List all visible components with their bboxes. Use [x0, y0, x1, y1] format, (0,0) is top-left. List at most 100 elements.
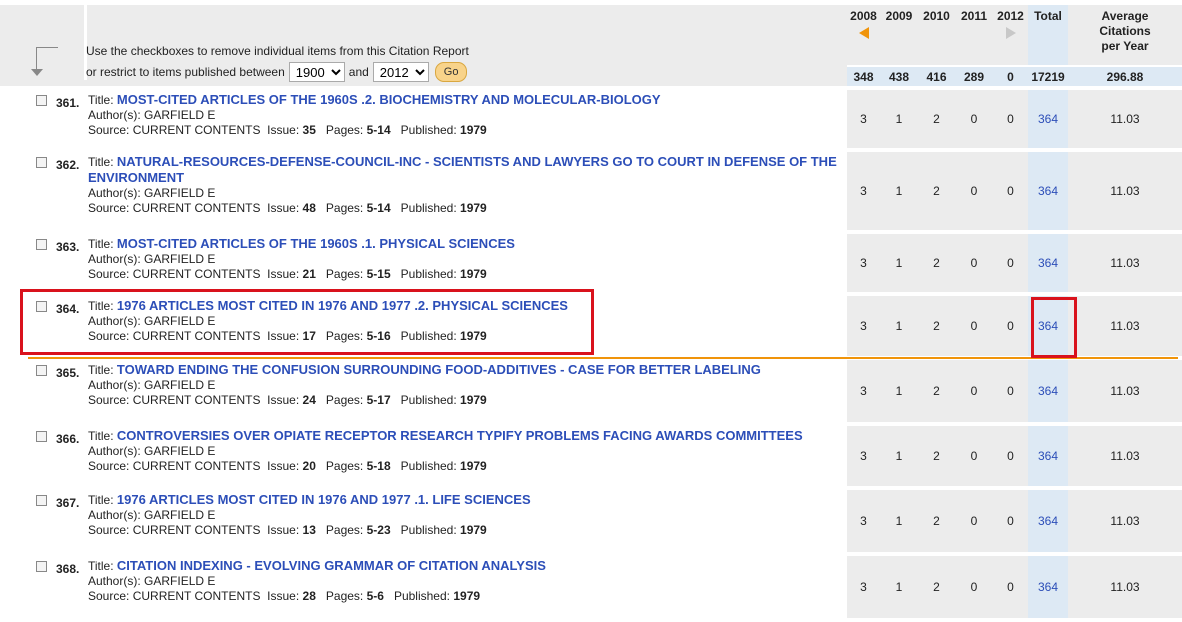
- pages-label: Pages:: [325, 459, 364, 473]
- header-instruction: Use the checkboxes to remove individual …: [86, 44, 469, 58]
- count-2009: 1: [880, 292, 918, 356]
- total-citations-link[interactable]: 364: [1028, 356, 1068, 422]
- year-header-2009: 2009: [880, 0, 918, 65]
- source-label: Source:: [88, 123, 130, 137]
- record-published: 1979: [460, 201, 487, 215]
- source-label: Source:: [88, 589, 130, 603]
- record-authors: GARFIELD E: [144, 108, 216, 122]
- record-pages: 5-18: [366, 459, 391, 473]
- bulk-select-arrow: [0, 5, 87, 80]
- count-2010: 2: [918, 230, 955, 292]
- record-number: 368.: [56, 562, 80, 576]
- count-2009: 1: [880, 86, 918, 148]
- record-checkbox[interactable]: [36, 239, 47, 250]
- count-2008: 3: [847, 356, 880, 422]
- record-issue: 21: [302, 267, 316, 281]
- pages-label: Pages:: [325, 523, 364, 537]
- record-title-link[interactable]: CITATION INDEXING - EVOLVING GRAMMAR OF …: [117, 558, 546, 573]
- count-2010: 2: [918, 356, 955, 422]
- total-citations-link[interactable]: 364: [1028, 486, 1068, 552]
- record-source: CURRENT CONTENTS: [132, 267, 261, 281]
- record-issue: 35: [302, 123, 316, 137]
- table-row: 365. Title: TOWARD ENDING THE CONFUSION …: [0, 356, 1182, 422]
- record-published: 1979: [460, 393, 487, 407]
- total-citations-link[interactable]: 364: [1028, 230, 1068, 292]
- table-row: 367. Title: 1976 ARTICLES MOST CITED IN …: [0, 486, 1182, 552]
- issue-label: Issue:: [267, 589, 300, 603]
- pages-label: Pages:: [325, 589, 364, 603]
- published-label: Published:: [400, 267, 457, 281]
- average-header: Average Citations per Year: [1068, 0, 1182, 65]
- count-2008: 3: [847, 422, 880, 486]
- count-2012: 0: [993, 356, 1028, 422]
- record-checkbox[interactable]: [36, 561, 47, 572]
- record-title-link[interactable]: NATURAL-RESOURCES-DEFENSE-COUNCIL-INC - …: [88, 154, 837, 185]
- total-citations-link[interactable]: 364: [1028, 148, 1068, 230]
- record-number: 362.: [56, 158, 80, 172]
- title-label: Title:: [88, 237, 114, 251]
- record-title-link[interactable]: MOST-CITED ARTICLES OF THE 1960S .1. PHY…: [117, 236, 515, 251]
- title-label: Title:: [88, 93, 114, 107]
- record-cell: 366. Title: CONTROVERSIES OVER OPIATE RE…: [0, 422, 847, 486]
- count-2012: 0: [993, 148, 1028, 230]
- record-checkbox[interactable]: [36, 95, 47, 106]
- average-citations: 11.03: [1068, 486, 1182, 552]
- issue-label: Issue:: [267, 201, 300, 215]
- record-pages: 5-6: [366, 589, 384, 603]
- record-source: CURRENT CONTENTS: [132, 459, 261, 473]
- total-header: Total: [1028, 0, 1068, 65]
- record-title-link[interactable]: 1976 ARTICLES MOST CITED IN 1976 AND 197…: [117, 492, 531, 507]
- next-years-arrow-icon: [1005, 27, 1016, 39]
- count-2009: 1: [880, 230, 918, 292]
- report-header: Use the checkboxes to remove individual …: [0, 0, 847, 86]
- title-label: Title:: [88, 363, 114, 377]
- source-label: Source:: [88, 459, 130, 473]
- go-button[interactable]: Go: [434, 62, 468, 82]
- to-year-select[interactable]: 2012: [372, 62, 429, 82]
- record-issue: 28: [302, 589, 316, 603]
- previous-years-arrow-icon[interactable]: [858, 27, 869, 39]
- record-issue: 20: [302, 459, 316, 473]
- record-source: CURRENT CONTENTS: [132, 201, 261, 215]
- record-issue: 48: [302, 201, 316, 215]
- count-2011: 0: [955, 86, 993, 148]
- and-label: and: [348, 65, 369, 79]
- issue-label: Issue:: [267, 523, 300, 537]
- from-year-select[interactable]: 1900: [288, 62, 345, 82]
- record-number: 363.: [56, 240, 80, 254]
- count-2009: 1: [880, 552, 918, 618]
- table-row: 361. Title: MOST-CITED ARTICLES OF THE 1…: [0, 86, 1182, 148]
- published-label: Published:: [400, 201, 457, 215]
- published-label: Published:: [393, 589, 450, 603]
- authors-label: Author(s):: [88, 108, 141, 122]
- record-title-link[interactable]: MOST-CITED ARTICLES OF THE 1960S .2. BIO…: [117, 92, 661, 107]
- record-source: CURRENT CONTENTS: [132, 123, 261, 137]
- count-2009: 1: [880, 148, 918, 230]
- record-published: 1979: [460, 267, 487, 281]
- count-2011: 0: [955, 292, 993, 356]
- record-title-link[interactable]: CONTROVERSIES OVER OPIATE RECEPTOR RESEA…: [117, 428, 803, 443]
- total-citations-link[interactable]: 364: [1028, 86, 1068, 148]
- total-citations-link[interactable]: 364: [1028, 552, 1068, 618]
- count-2010: 2: [918, 486, 955, 552]
- sum-total: 17219: [1028, 65, 1068, 86]
- record-checkbox[interactable]: [36, 431, 47, 442]
- year-header-2011: 2011: [955, 0, 993, 65]
- pages-label: Pages:: [325, 123, 364, 137]
- average-citations: 11.03: [1068, 230, 1182, 292]
- published-label: Published:: [400, 123, 457, 137]
- record-checkbox[interactable]: [36, 365, 47, 376]
- count-2008: 3: [847, 148, 880, 230]
- count-2010: 2: [918, 148, 955, 230]
- record-number: 367.: [56, 496, 80, 510]
- record-checkbox[interactable]: [36, 157, 47, 168]
- record-title-link[interactable]: TOWARD ENDING THE CONFUSION SURROUNDING …: [117, 362, 761, 377]
- count-2009: 1: [880, 356, 918, 422]
- published-label: Published:: [400, 523, 457, 537]
- count-2012: 0: [993, 230, 1028, 292]
- year-header-2010: 2010: [918, 0, 955, 65]
- record-authors: GARFIELD E: [144, 186, 216, 200]
- record-checkbox[interactable]: [36, 495, 47, 506]
- total-citations-link[interactable]: 364: [1028, 422, 1068, 486]
- count-2008: 3: [847, 486, 880, 552]
